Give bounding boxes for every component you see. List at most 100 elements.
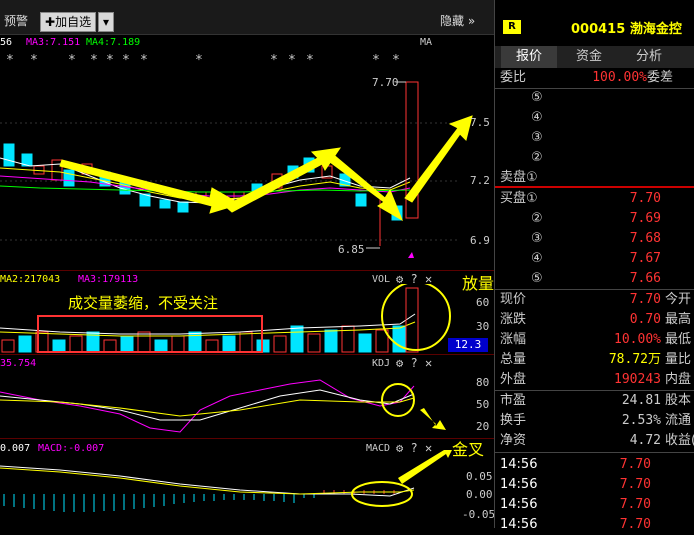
- ma3-label: MA3:7.151: [26, 37, 81, 48]
- hide-button[interactable]: 隐藏 »: [440, 12, 475, 30]
- svg-text:*: *: [122, 53, 130, 68]
- sell-level-3: ③: [531, 130, 543, 145]
- svg-text:*: *: [140, 53, 148, 68]
- buy-level-2: ② 7.69: [531, 211, 661, 226]
- volume-bar: [324, 329, 338, 353]
- chart-toolbar: 预警 ✚加自选 ▾ 隐藏 »: [0, 0, 494, 35]
- sell-level-1: 卖盘①: [500, 170, 538, 185]
- volume-bar: [205, 339, 219, 353]
- tick-row: 14:56 7.70: [500, 517, 651, 532]
- kline-chart-area[interactable]: 预警 ✚加自选 ▾ 隐藏 » 56 MA3:7.151 MA4:7.189 MA…: [0, 0, 526, 528]
- quote-tabs: 报价 资金 分析: [495, 46, 694, 68]
- svg-text:*: *: [392, 53, 400, 68]
- weibi-row: 委比 100.00% 委差: [500, 70, 674, 85]
- high-price-label: 7.70: [372, 76, 399, 89]
- svg-text:*: *: [195, 53, 203, 68]
- candle: [355, 193, 367, 207]
- candlestick-pane: * * * * * * * * * * * * * 7.70 6.85: [0, 53, 473, 258]
- buy-level-5: ⑤ 7.66: [531, 271, 661, 286]
- buy-level-4: ④ 7.67: [531, 251, 661, 266]
- volume-bar: [137, 331, 151, 353]
- quote-row: 现价 7.70 今开: [500, 292, 692, 307]
- stock-code: 000415 渤海金控: [571, 22, 682, 37]
- stock-name: 渤海金控: [629, 22, 682, 37]
- low-price-label: 6.85: [338, 243, 365, 256]
- vol-tick-30: 30: [476, 320, 490, 333]
- quote-row: 涨跌 0.70 最高: [500, 312, 692, 327]
- ma-partial-label: 56: [0, 37, 13, 48]
- candle: [177, 201, 189, 213]
- tab-quote[interactable]: 报价: [501, 46, 557, 68]
- dropdown-chevron-icon[interactable]: ▾: [98, 12, 114, 32]
- kdj-tick-20: 20: [476, 420, 490, 433]
- vol-tick-60: 60: [476, 296, 490, 309]
- tab-analysis[interactable]: 分析: [621, 46, 677, 68]
- volume-up-circle: [381, 284, 451, 351]
- quote-row: 涨幅 10.00% 最低: [500, 332, 692, 347]
- vol-current-badge: 12.3: [448, 338, 488, 352]
- svg-text:*: *: [106, 53, 114, 68]
- r-badge: R: [503, 20, 521, 34]
- volume-bar: [1, 339, 15, 353]
- volume-bar: [239, 331, 253, 353]
- svg-text:*: *: [30, 53, 38, 68]
- buy-level-3: ③ 7.68: [531, 231, 661, 246]
- volume-bar: [222, 335, 236, 353]
- price-tick-7-2: 7.2: [470, 174, 490, 187]
- volume-bar: [171, 335, 185, 353]
- trend-arrows: [59, 115, 473, 222]
- add-watchlist-button[interactable]: ✚加自选: [40, 12, 97, 32]
- macd-tick-pos: 0.05: [466, 470, 493, 483]
- kdj-tick-50: 50: [476, 398, 490, 411]
- signal-asterisks: * * * * * * * * * * * * *: [6, 53, 400, 68]
- double-chevron-right-icon: »: [464, 14, 476, 28]
- quote-row: 总量 78.72万 量比: [500, 352, 692, 367]
- tick-row: 14:56 7.70: [500, 457, 651, 472]
- svg-text:*: *: [306, 53, 314, 68]
- volume-bar: [290, 325, 304, 353]
- candle: [63, 169, 75, 187]
- macd-cross-circle: [351, 481, 413, 507]
- svg-text:*: *: [372, 53, 380, 68]
- stat-row: 换手 2.53% 流通: [500, 413, 692, 428]
- volume-bars: [1, 325, 406, 353]
- svg-text:*: *: [6, 53, 14, 68]
- volume-bar: [52, 339, 66, 353]
- volume-bar: [273, 335, 287, 353]
- volume-bar: [103, 339, 117, 353]
- tab-funds[interactable]: 资金: [561, 46, 617, 68]
- volume-bar: [120, 335, 134, 353]
- volume-bar: [18, 335, 32, 353]
- stat-row: 净资4.72收益(三: [500, 433, 694, 448]
- stat-row: 市盈 24.81 股本: [500, 393, 692, 408]
- annotation-golden-cross: 金叉: [452, 440, 485, 459]
- quote-row: 外盘 190243 内盘: [500, 372, 692, 387]
- kdj-cross-circle: [381, 383, 415, 417]
- plus-icon: ✚: [45, 15, 56, 29]
- kdj-pane: [0, 379, 446, 433]
- svg-text:*: *: [90, 53, 98, 68]
- alert-button[interactable]: 预警: [4, 12, 28, 30]
- ma4-label: MA4:7.189: [86, 37, 141, 48]
- volume-bar: [154, 339, 168, 353]
- macd-tick-zero: 0.00: [466, 488, 493, 501]
- volume-bar: [69, 335, 83, 353]
- candles: [3, 143, 403, 221]
- price-tick-6-9: 6.9: [470, 234, 490, 247]
- kdj-tick-80: 80: [476, 376, 490, 389]
- tick-row: 14:56 7.70: [500, 477, 651, 492]
- sell-level-2: ②: [531, 150, 543, 165]
- macd-pane: [0, 450, 452, 512]
- volume-bar: [358, 333, 372, 353]
- candle: [3, 143, 15, 167]
- svg-text:*: *: [288, 53, 296, 68]
- price-tick-7-5: 7.5: [470, 116, 490, 129]
- candle: [159, 199, 171, 209]
- macd-tick-neg: -0.05: [462, 508, 496, 521]
- tick-row: 14:56 7.70: [500, 497, 651, 512]
- volume-bar: [307, 333, 321, 353]
- buy-level-1: 买盘① 7.70: [500, 191, 661, 206]
- ma-indicator-label: MA: [420, 37, 433, 48]
- svg-text:*: *: [68, 53, 76, 68]
- quote-panel: R 000415 渤海金控 报价 资金 分析 委比 100.00% 委差 ⑤ ④…: [494, 0, 694, 532]
